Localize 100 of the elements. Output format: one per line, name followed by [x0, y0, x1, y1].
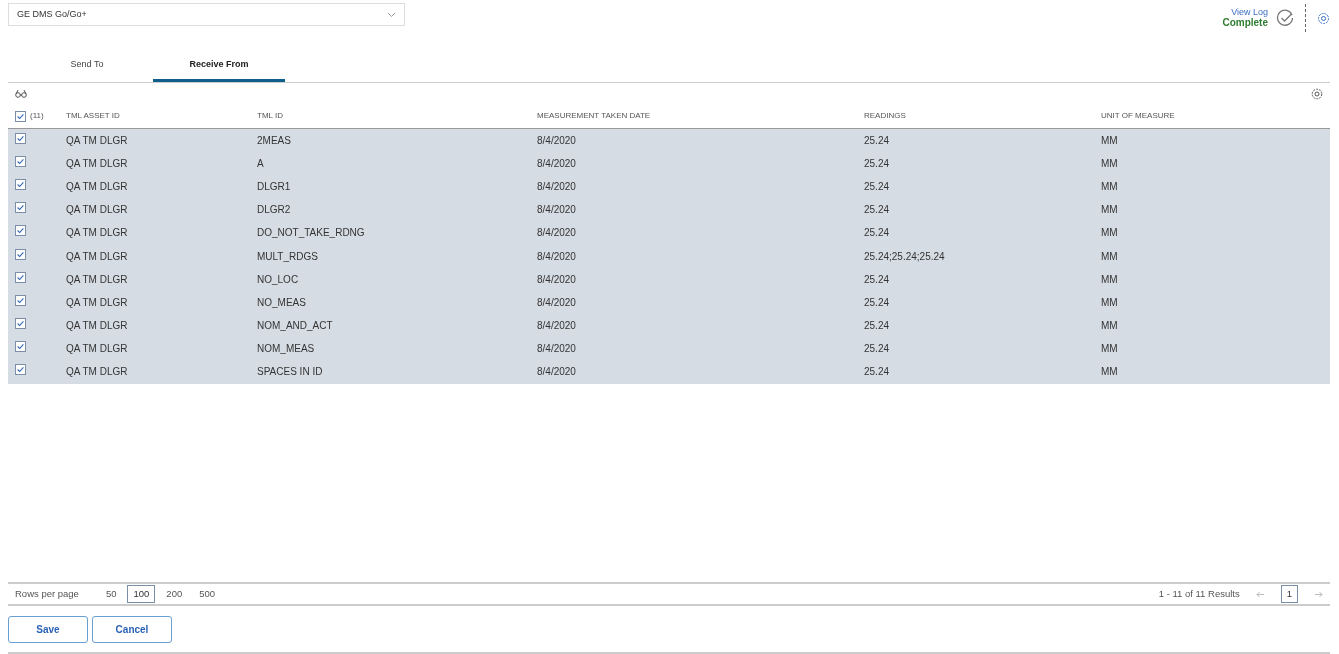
chevron-down-icon: [387, 11, 396, 18]
table-cell: MM: [1101, 320, 1118, 332]
table-row[interactable]: QA TM DLGR 2MEAS 8/4/2020 25.24 MM: [8, 128, 1330, 152]
table-cell: QA TM DLGR: [66, 204, 128, 216]
rows-per-page-label: Rows per page: [15, 586, 79, 601]
table-row[interactable]: QA TM DLGR DLGR2 8/4/2020 25.24 MM: [8, 198, 1330, 222]
checkbox[interactable]: [15, 225, 26, 237]
table-cell: MM: [1101, 157, 1118, 169]
checkbox[interactable]: [15, 294, 26, 306]
table-cell: 2MEAS: [257, 134, 291, 146]
action-button[interactable]: Cancel: [92, 616, 172, 643]
table-cell: 8/4/2020: [537, 343, 576, 355]
table-cell: QA TM DLGR: [66, 273, 128, 285]
dropdown-value: GE DMS Go/Go+: [17, 7, 87, 21]
table-cell: MM: [1101, 296, 1118, 308]
column-header: MEASUREMENT TAKEN DATE: [537, 110, 652, 122]
table-cell: 25.24: [864, 320, 890, 332]
table-cell: 25.24;25.24;25.24: [864, 250, 945, 262]
results-count: 1 - 11 of 11 Results: [1158, 586, 1240, 601]
checkbox[interactable]: [15, 341, 26, 353]
column-header: TML ASSET ID: [66, 110, 121, 122]
table-row[interactable]: QA TM DLGR DLGR1 8/4/2020 25.24 MM: [8, 174, 1330, 199]
table-cell: DO_NOT_TAKE_RDNG: [257, 227, 365, 239]
table-cell: QA TM DLGR: [66, 180, 128, 192]
table-cell: QA TM DLGR: [66, 250, 128, 262]
table-cell: MM: [1101, 227, 1118, 239]
checkbox[interactable]: [15, 132, 26, 144]
table-row[interactable]: QA TM DLGR DO_NOT_TAKE_RDNG 8/4/2020 25.24 MM: [8, 221, 1330, 245]
table-cell: DLGR2: [257, 204, 291, 216]
table-cell: 25.24: [864, 343, 890, 355]
table-row[interactable]: QA TM DLGR NO_MEAS 8/4/2020 25.24 MM: [8, 290, 1330, 314]
table-cell: 25.24: [864, 180, 890, 192]
checkbox[interactable]: [15, 178, 26, 190]
checkbox[interactable]: [15, 155, 26, 167]
checkbox[interactable]: [15, 271, 26, 283]
table-cell: NOM_AND_ACT: [257, 320, 333, 332]
page-number-field[interactable]: 1: [1280, 584, 1298, 604]
table-cell: 8/4/2020: [537, 180, 576, 192]
table-cell: QA TM DLGR: [66, 134, 128, 146]
table-row[interactable]: QA TM DLGR SPACES IN ID 8/4/2020 25.24 MM: [8, 360, 1330, 384]
table-cell: MULT_RDGS: [257, 250, 318, 262]
table-cell: 25.24: [864, 134, 890, 146]
table-cell: 8/4/2020: [537, 227, 576, 239]
checkbox[interactable]: [15, 110, 26, 122]
table-cell: 8/4/2020: [537, 204, 576, 216]
table-cell: NO_MEAS: [257, 296, 306, 308]
table-cell: QA TM DLGR: [66, 157, 128, 169]
table-cell: SPACES IN ID: [257, 366, 323, 378]
page-size-option[interactable]: 500: [193, 584, 222, 604]
view-log-link[interactable]: View Log: [1222, 6, 1268, 18]
table-cell: 8/4/2020: [537, 157, 576, 169]
column-header: TML ID: [257, 110, 284, 122]
table-cell: MM: [1101, 180, 1118, 192]
table-cell: 25.24: [864, 157, 890, 169]
table-cell: 25.24: [864, 366, 890, 378]
table-cell: QA TM DLGR: [66, 320, 128, 332]
table-cell: 8/4/2020: [537, 273, 576, 285]
table-cell: 8/4/2020: [537, 320, 576, 332]
check-circle-icon: [1276, 9, 1294, 27]
table-cell: 8/4/2020: [537, 134, 576, 146]
table-row[interactable]: QA TM DLGR MULT_RDGS 8/4/2020 25.24;25.24;25.24 MM: [8, 244, 1330, 268]
binoculars-icon[interactable]: [15, 89, 27, 98]
table-cell: DLGR1: [257, 180, 291, 192]
column-header: READINGS: [864, 110, 907, 122]
selected-count: (11): [30, 110, 44, 122]
table-cell: MM: [1101, 273, 1118, 285]
table-row[interactable]: QA TM DLGR NO_LOC 8/4/2020 25.24 MM: [8, 267, 1330, 291]
table-cell: QA TM DLGR: [66, 296, 128, 308]
checkbox[interactable]: [15, 318, 26, 330]
table-cell: QA TM DLGR: [66, 343, 128, 355]
table-row[interactable]: QA TM DLGR NOM_MEAS 8/4/2020 25.24 MM: [8, 337, 1330, 361]
table-cell: QA TM DLGR: [66, 366, 128, 378]
checkbox[interactable]: [15, 202, 26, 214]
checkbox[interactable]: [15, 364, 26, 376]
table-cell: MM: [1101, 343, 1118, 355]
page-size-option[interactable]: 200: [160, 584, 189, 604]
checkbox[interactable]: [15, 248, 26, 260]
table-cell: 25.24: [864, 273, 890, 285]
action-button[interactable]: Save: [8, 616, 88, 643]
tab[interactable]: Receive From: [153, 52, 285, 82]
table-cell: 25.24: [864, 204, 890, 216]
settings-icon[interactable]: [1317, 11, 1330, 25]
settings-icon[interactable]: [1311, 87, 1323, 100]
page-size-option[interactable]: 100: [127, 584, 156, 604]
page-size-option[interactable]: 50: [99, 584, 123, 604]
table-cell: NO_LOC: [257, 273, 299, 285]
table-cell: 8/4/2020: [537, 366, 576, 378]
status-text: Complete: [1222, 17, 1268, 30]
table-cell: MM: [1101, 134, 1118, 146]
table-row[interactable]: QA TM DLGR A 8/4/2020 25.24 MM: [8, 151, 1330, 175]
table-cell: MM: [1101, 366, 1118, 378]
table-cell: QA TM DLGR: [66, 227, 128, 239]
table-cell: NOM_MEAS: [257, 343, 315, 355]
source-dropdown[interactable]: GE DMS Go/Go+: [8, 3, 405, 26]
table-row[interactable]: QA TM DLGR NOM_AND_ACT 8/4/2020 25.24 MM: [8, 314, 1330, 338]
table-cell: 25.24: [864, 227, 890, 239]
table-cell: 25.24: [864, 296, 890, 308]
table-cell: MM: [1101, 204, 1118, 216]
table-cell: A: [257, 157, 264, 169]
tab[interactable]: Send To: [21, 52, 153, 82]
